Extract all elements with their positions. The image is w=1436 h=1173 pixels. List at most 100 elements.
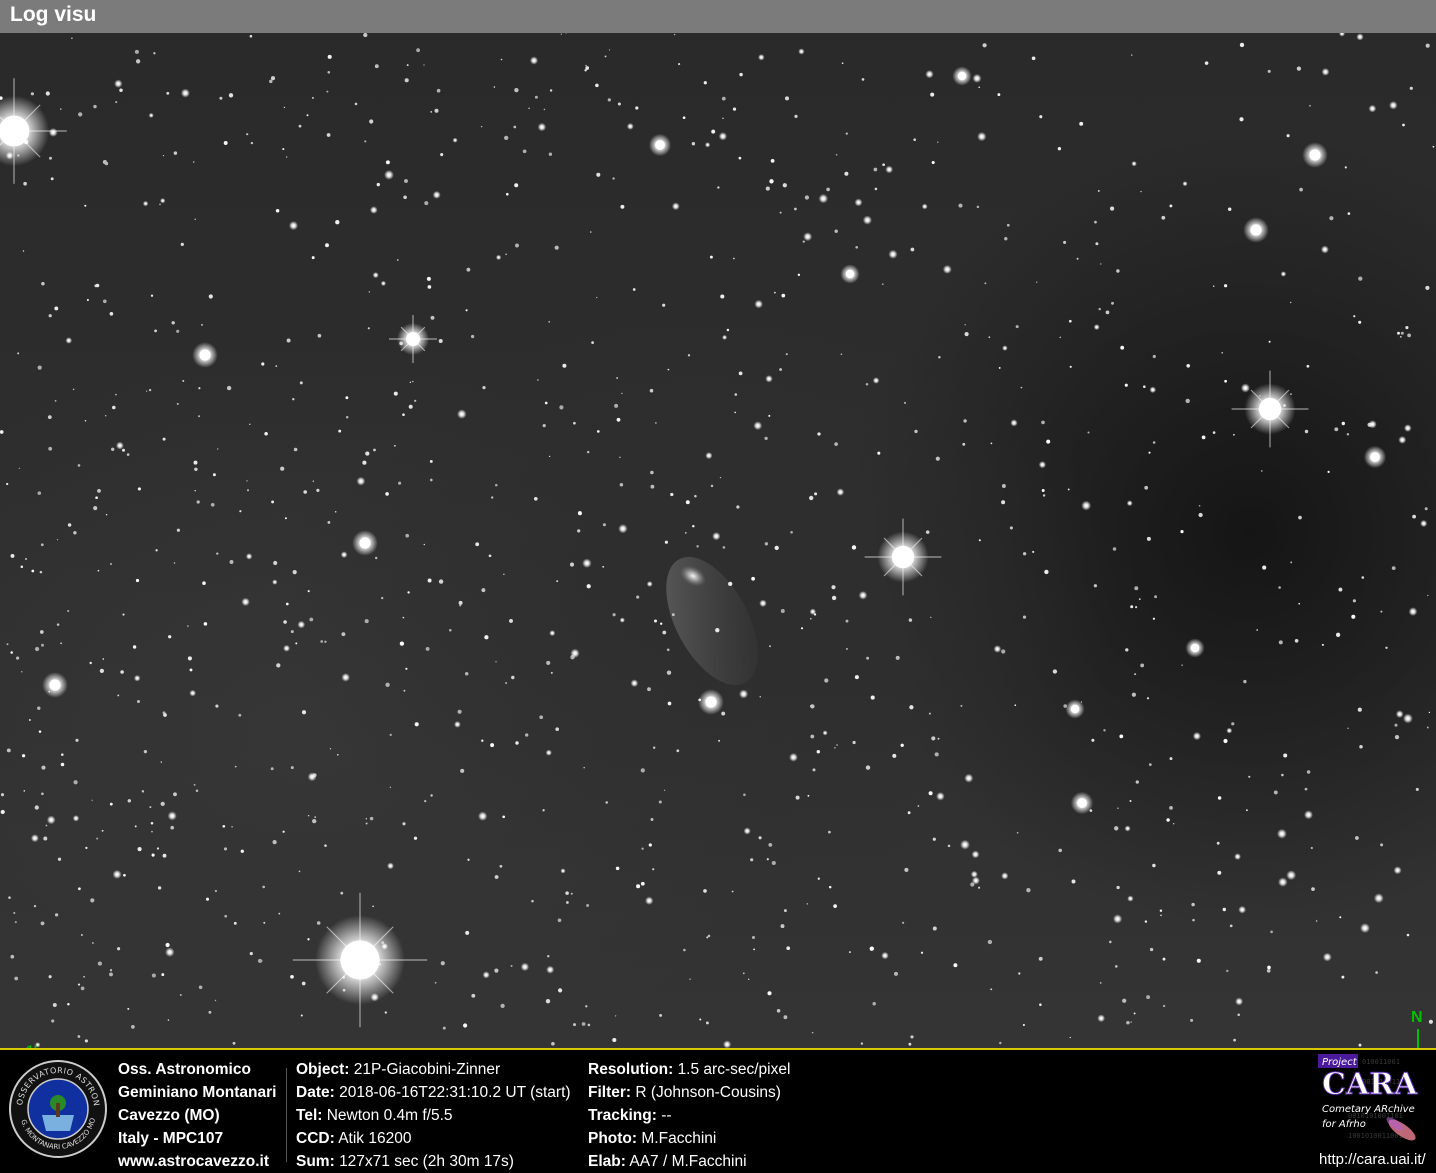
star: [37, 491, 42, 495]
star: [283, 620, 287, 624]
star: [1135, 606, 1138, 609]
bright-star: [292, 892, 428, 1028]
star: [1256, 629, 1259, 631]
star: [1289, 301, 1292, 304]
star: [834, 442, 838, 446]
star: [1361, 576, 1365, 579]
star: [765, 186, 770, 191]
star: [86, 298, 89, 302]
star: [546, 660, 551, 665]
star: [127, 799, 132, 803]
star: [430, 794, 433, 797]
star: [1130, 605, 1134, 609]
star: [584, 69, 587, 72]
star: [782, 183, 787, 188]
star: [514, 87, 519, 93]
star: [719, 476, 722, 479]
star: [647, 687, 651, 692]
star: [794, 207, 797, 211]
star: [189, 689, 197, 697]
star: [198, 415, 201, 418]
star: [586, 584, 591, 589]
star: [1149, 947, 1154, 952]
star: [572, 1023, 577, 1027]
star: [327, 70, 331, 74]
star: [872, 377, 880, 384]
star: [1142, 385, 1146, 389]
star: [1069, 1036, 1071, 1039]
star: [590, 231, 592, 233]
tracking-row: Tracking: --: [588, 1104, 790, 1127]
star: [0, 793, 5, 797]
star: [1270, 930, 1273, 934]
star: [1140, 663, 1145, 668]
star: [432, 190, 441, 199]
star: [607, 98, 611, 102]
cara-url[interactable]: http://cara.uai.it/: [1319, 1151, 1426, 1168]
star: [495, 661, 497, 663]
star: [865, 765, 871, 770]
star: [1347, 212, 1351, 215]
star: [1425, 285, 1430, 290]
star: [1405, 326, 1409, 330]
star: [10, 553, 15, 558]
star: [115, 441, 124, 450]
star: [488, 554, 492, 558]
observatory-website[interactable]: www.astrocavezzo.it: [118, 1150, 276, 1173]
object-row: Object: 21P-Giacobini-Zinner: [296, 1058, 571, 1081]
star: [77, 983, 81, 986]
star: [1180, 530, 1184, 534]
star: [18, 467, 21, 469]
star: [394, 445, 396, 447]
star: [650, 470, 654, 475]
star: [1309, 104, 1311, 107]
star: [831, 585, 836, 590]
star: [131, 1025, 135, 1029]
photo-label: Photo:: [588, 1130, 638, 1147]
star: [285, 602, 289, 606]
star: [214, 889, 218, 893]
star: [781, 293, 786, 298]
star: [1339, 916, 1342, 919]
star: [645, 896, 654, 905]
star: [1403, 424, 1412, 432]
star: [557, 918, 562, 923]
tel-value: Newton 0.4m f/5.5: [326, 1107, 453, 1124]
star: [84, 419, 87, 422]
star: [1266, 968, 1271, 973]
star: [47, 415, 52, 419]
star: [194, 218, 196, 221]
star: [1231, 722, 1235, 726]
star: [671, 613, 675, 617]
star: [619, 456, 621, 459]
star: [123, 873, 126, 877]
star: [1131, 161, 1137, 167]
star: [771, 860, 776, 866]
star: [1010, 419, 1018, 427]
star: [1239, 117, 1244, 122]
star: [751, 576, 755, 581]
star: [167, 1019, 170, 1021]
svg-text:010011001: 010011001: [1362, 1058, 1400, 1066]
star: [292, 398, 295, 401]
star: [364, 140, 367, 143]
star: [67, 1002, 70, 1006]
star: [937, 141, 939, 143]
star: [99, 668, 105, 674]
star: [41, 792, 44, 796]
star: [1186, 363, 1191, 368]
star: [208, 294, 213, 299]
star: [307, 772, 317, 782]
star: [137, 700, 140, 703]
star: [666, 648, 670, 652]
star: [223, 141, 228, 145]
star: [1280, 271, 1287, 277]
star: [1380, 610, 1383, 613]
star: [515, 741, 519, 745]
bright-star: [698, 689, 724, 715]
star: [264, 431, 268, 436]
star: [457, 409, 467, 419]
star: [774, 545, 779, 551]
star: [1428, 1019, 1433, 1024]
star: [1385, 646, 1388, 650]
